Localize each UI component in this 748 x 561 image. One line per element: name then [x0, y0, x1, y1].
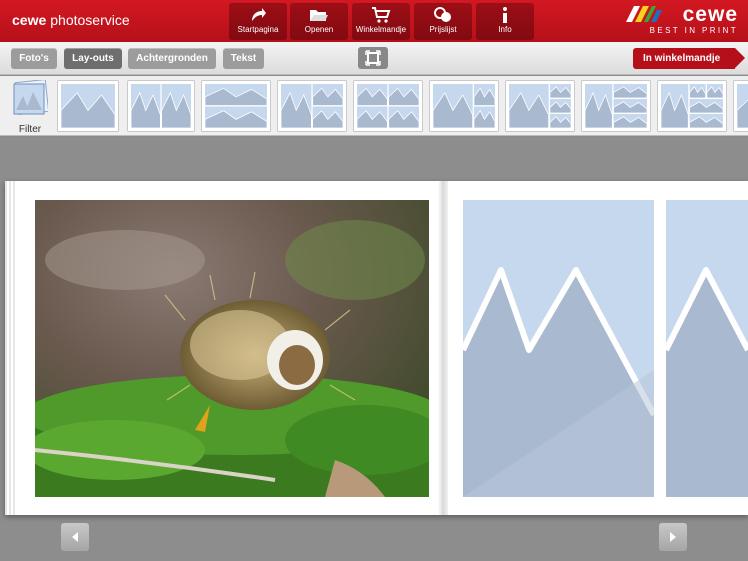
fullscreen-icon — [365, 50, 381, 66]
tab-achtergronden[interactable]: Achtergronden — [128, 48, 216, 69]
book-page-edges — [5, 181, 17, 515]
home-arrow-icon — [229, 3, 287, 25]
filter-label: Filter — [18, 124, 42, 135]
layout-thumbnail-5[interactable] — [353, 80, 423, 132]
previous-page-button[interactable] — [61, 523, 89, 551]
cart-icon — [352, 3, 410, 25]
filter-icon — [13, 78, 50, 116]
cewe-logo-word: cewe — [682, 3, 738, 26]
startpagina-label: Startpagina — [237, 25, 279, 34]
in-winkelmandje-button[interactable]: In winkelmandje — [633, 48, 745, 69]
layout-thumbnail-7[interactable] — [505, 80, 575, 132]
photo-chestnut-burr[interactable] — [35, 200, 429, 497]
layout-thumbnail-9[interactable] — [657, 80, 727, 132]
brand-rest: photoservice — [50, 12, 130, 28]
book-gutter — [438, 181, 448, 515]
winkelmandje-label: Winkelmandje — [355, 25, 407, 34]
layout-thumbnail-10[interactable] — [733, 80, 748, 132]
chevron-right-icon — [670, 532, 676, 542]
brand-name: cewe photoservice — [12, 12, 130, 28]
layout-thumbnail-1[interactable] — [57, 80, 119, 132]
layout-thumbnail-3[interactable] — [201, 80, 271, 132]
brand-bold: cewe — [12, 12, 47, 28]
openen-button[interactable]: Openen — [290, 3, 348, 40]
fullscreen-button[interactable] — [358, 47, 388, 69]
price-coins-icon — [414, 3, 472, 25]
tab-tekst[interactable]: Tekst — [223, 48, 264, 69]
next-page-button[interactable] — [659, 523, 687, 551]
cewe-logo-tagline: BEST IN PRINT — [649, 26, 738, 35]
layout-thumbnail-6[interactable] — [429, 80, 499, 132]
startpagina-button[interactable]: Startpagina — [229, 3, 287, 40]
layout-thumbnail-2[interactable] — [127, 80, 195, 132]
app-header: cewe photoservice Startpagina Openen Wink… — [0, 0, 748, 42]
layout-thumbnail-4[interactable] — [277, 80, 347, 132]
cewe-logo-mark-icon — [626, 6, 662, 22]
chevron-left-icon — [72, 532, 78, 542]
layout-strip: Filter — [0, 76, 748, 136]
filter-button[interactable]: Filter — [8, 78, 52, 135]
winkelmandje-button[interactable]: Winkelmandje — [352, 3, 410, 40]
openen-label: Openen — [304, 25, 334, 34]
tab-lay-outs[interactable]: Lay-outs — [64, 48, 122, 69]
editor-toolbar: Foto's Lay-outs Achtergronden Tekst In w… — [0, 42, 748, 75]
info-icon — [476, 3, 534, 25]
layout-photo-placeholder-1[interactable] — [463, 200, 654, 497]
prijslijst-label: Prijslijst — [429, 25, 457, 34]
info-label: Info — [498, 25, 512, 34]
tab-fotos[interactable]: Foto's — [11, 48, 57, 69]
info-button[interactable]: Info — [476, 3, 534, 40]
layout-photo-placeholder-2[interactable] — [666, 200, 748, 497]
layout-thumbnail-8[interactable] — [581, 80, 651, 132]
prijslijst-button[interactable]: Prijslijst — [414, 3, 472, 40]
open-folder-icon — [290, 3, 348, 25]
